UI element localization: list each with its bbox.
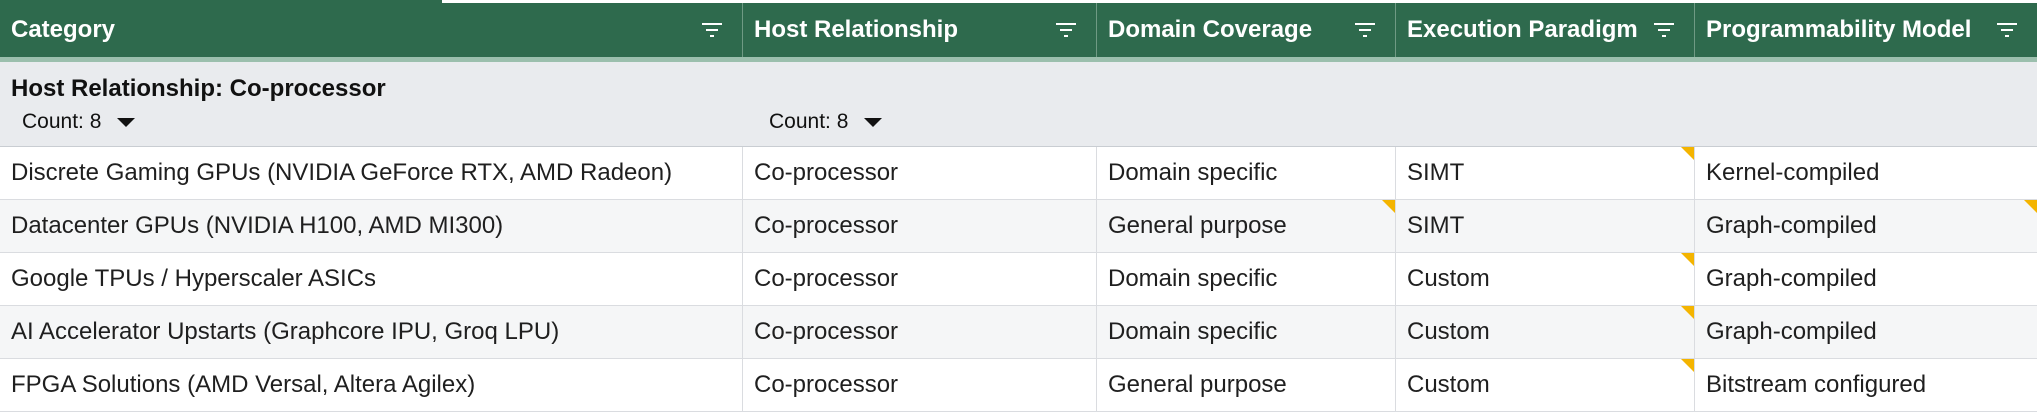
domain-coverage-cell[interactable]: Domain specific [1097,306,1396,358]
table-row: Google TPUs / Hyperscaler ASICs Co-proce… [0,253,2037,306]
column-header-domain-coverage[interactable]: Domain Coverage [1097,3,1396,57]
column-header-row: Category Host Relationship Domain Covera… [0,3,2037,62]
host-relationship-cell[interactable]: Co-processor [743,253,1097,305]
note-marker-icon [1681,147,1694,160]
column-header-label: Host Relationship [754,16,959,43]
column-header-label: Category [11,16,116,43]
filter-icon[interactable] [1353,20,1377,40]
domain-coverage-cell[interactable]: Domain specific [1097,147,1396,199]
execution-paradigm-cell[interactable]: SIMT [1396,200,1695,252]
cell-value: Graph-compiled [1706,212,1877,239]
programmability-model-cell[interactable]: Bitstream configured [1695,359,2037,411]
execution-paradigm-cell[interactable]: Custom [1396,359,1695,411]
host-relationship-cell[interactable]: Co-processor [743,359,1097,411]
filter-icon[interactable] [1652,20,1676,40]
host-relationship-cell[interactable]: Co-processor [743,200,1097,252]
filter-icon[interactable] [700,20,724,40]
column-header-label: Programmability Model [1706,16,1972,43]
execution-paradigm-cell[interactable]: Custom [1396,253,1695,305]
note-marker-icon [1382,200,1395,213]
group-header: Host Relationship: Co-processor Count: 8… [0,62,2037,147]
note-marker-icon [1681,306,1694,319]
column-header-execution-paradigm[interactable]: Execution Paradigm [1396,3,1695,57]
programmability-model-cell[interactable]: Graph-compiled [1695,306,2037,358]
programmability-model-cell[interactable]: Graph-compiled [1695,200,2037,252]
cell-value: SIMT [1407,159,1465,186]
category-cell[interactable]: AI Accelerator Upstarts (Graphcore IPU, … [0,306,743,358]
cell-value: Custom [1407,265,1490,292]
column-header-programmability-model[interactable]: Programmability Model [1695,3,2037,57]
caret-down-icon [864,117,883,127]
domain-coverage-cell[interactable]: General purpose [1097,200,1396,252]
category-cell[interactable]: FPGA Solutions (AMD Versal, Altera Agile… [0,359,743,411]
execution-paradigm-cell[interactable]: Custom [1396,306,1695,358]
category-cell[interactable]: Google TPUs / Hyperscaler ASICs [0,253,743,305]
cell-value: Custom [1407,371,1490,398]
category-cell[interactable]: Datacenter GPUs (NVIDIA H100, AMD MI300) [0,200,743,252]
count-dropdown[interactable]: Count: 8 [769,110,883,134]
cell-value: General purpose [1108,212,1287,239]
programmability-model-cell[interactable]: Kernel-compiled [1695,147,2037,199]
table-row: FPGA Solutions (AMD Versal, Altera Agile… [0,359,2037,412]
cell-value: Custom [1407,318,1490,345]
spreadsheet-view: Category Host Relationship Domain Covera… [0,0,2037,412]
note-marker-icon [2024,200,2037,213]
host-relationship-cell[interactable]: Co-processor [743,147,1097,199]
table-body: Discrete Gaming GPUs (NVIDIA GeForce RTX… [0,147,2037,412]
count-dropdown[interactable]: Count: 8 [22,110,136,134]
note-marker-icon [1681,359,1694,372]
category-cell[interactable]: Discrete Gaming GPUs (NVIDIA GeForce RTX… [0,147,743,199]
domain-coverage-cell[interactable]: General purpose [1097,359,1396,411]
group-title: Host Relationship: Co-processor [11,75,386,102]
domain-coverage-cell[interactable]: Domain specific [1097,253,1396,305]
count-label: Count: 8 [769,110,849,133]
column-header-category[interactable]: Category [0,3,743,57]
table-row: AI Accelerator Upstarts (Graphcore IPU, … [0,306,2037,359]
filter-icon[interactable] [1995,20,2019,40]
execution-paradigm-cell[interactable]: SIMT [1396,147,1695,199]
column-header-label: Execution Paradigm [1407,16,1638,43]
column-header-label: Domain Coverage [1108,16,1313,43]
host-relationship-cell[interactable]: Co-processor [743,306,1097,358]
note-marker-icon [1681,253,1694,266]
column-header-host-relationship[interactable]: Host Relationship [743,3,1097,57]
count-label: Count: 8 [22,110,102,133]
programmability-model-cell[interactable]: Graph-compiled [1695,253,2037,305]
caret-down-icon [117,117,136,127]
table-row: Discrete Gaming GPUs (NVIDIA GeForce RTX… [0,147,2037,200]
filter-icon[interactable] [1054,20,1078,40]
table-row: Datacenter GPUs (NVIDIA H100, AMD MI300)… [0,200,2037,253]
